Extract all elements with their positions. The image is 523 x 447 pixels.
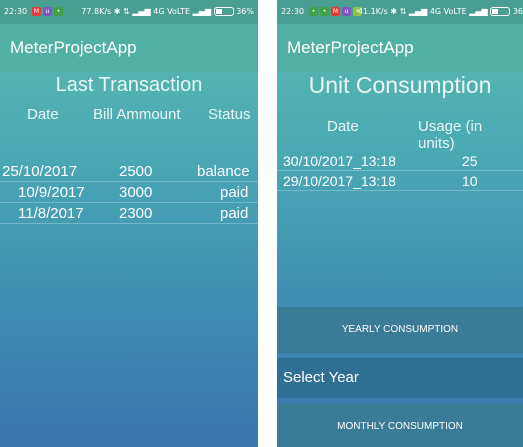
cell-date: 29/10/2017_13:18 [283, 173, 396, 189]
cell-status: balance [197, 163, 250, 180]
table-row: 11/8/2017 2300 paid [0, 204, 258, 224]
network-type: 4G VoLTE [429, 7, 467, 16]
status-bar: 22:30 Mu • 77.8K/s ✱ ⇅ ▂▄▆ 4G VoLTE ▂▄▆ 3… [0, 0, 258, 24]
battery-icon [213, 7, 234, 16]
status-bar: 22:30 • • Mu • 41.1K/s ✱ ⇅ ▂▄▆ 4G VoLTE ▂▄▆… [277, 0, 523, 24]
table-row: 25/10/2017 2500 balance [0, 162, 258, 182]
signal-icon: ▂▄▆ [192, 7, 212, 16]
cell-date: 25/10/2017 [2, 163, 78, 180]
battery-percent: 36% [236, 7, 254, 16]
notification-icon: • [54, 7, 63, 16]
select-year-dropdown[interactable]: Select Year [277, 358, 523, 398]
monthly-consumption-button[interactable]: MONTHLY CONSUMPTION [277, 404, 523, 447]
right-screen: 22:30 • • Mu • 41.1K/s ✱ ⇅ ▂▄▆ 4G VoLTE ▂▄▆… [277, 0, 523, 447]
column-header-date: Date [327, 118, 359, 135]
yearly-consumption-button[interactable]: YEARLY CONSUMPTION [277, 307, 523, 353]
cell-date: 11/8/2017 [18, 205, 84, 222]
cell-status: paid [220, 184, 249, 201]
notification-icon: M [32, 7, 41, 16]
column-header-date: Date [27, 106, 59, 123]
cell-status: paid [220, 205, 249, 222]
app-title: MeterProjectApp [0, 24, 258, 72]
signal-icon: ▂▄▆ [469, 7, 488, 16]
table-row: 30/10/2017_13:18 25 [277, 152, 523, 171]
cell-usage: 25 [462, 153, 478, 169]
network-type: 4G VoLTE [153, 7, 191, 16]
notification-icon: u [342, 7, 351, 16]
status-time: 22:30 [4, 7, 28, 16]
network-speed: 41.1K/s [357, 7, 388, 16]
app-title: MeterProjectApp [277, 24, 523, 72]
notification-icon: • [309, 7, 318, 16]
table-row: 29/10/2017_13:18 10 [277, 172, 523, 191]
notification-icon: • [320, 7, 329, 16]
cell-date: 30/10/2017_13:18 [283, 153, 396, 169]
column-header-amount: Bill Ammount [93, 106, 181, 123]
cell-amount: 2500 [119, 163, 153, 180]
column-header-usage: Usage (in units) [418, 118, 483, 152]
network-speed: 77.8K/s [81, 7, 112, 16]
bluetooth-icon: ✱ [113, 7, 121, 16]
cell-date: 10/9/2017 [18, 184, 85, 201]
cell-usage: 10 [462, 173, 478, 189]
section-title: Last Transaction [55, 74, 203, 96]
battery-icon [490, 7, 511, 16]
cell-amount: 2300 [119, 205, 153, 222]
bluetooth-icon: ✱ [390, 7, 398, 16]
left-screen: 22:30 Mu • 77.8K/s ✱ ⇅ ▂▄▆ 4G VoLTE ▂▄▆ 3… [0, 0, 258, 447]
notification-icon: M [331, 7, 340, 16]
section-title: Unit Consumption [308, 72, 492, 98]
signal-icon: ⇅ ▂▄▆ [122, 7, 151, 16]
signal-icon: ⇅ ▂▄▆ [399, 7, 428, 16]
status-time: 22:30 [281, 7, 305, 16]
table-row: 10/9/2017 3000 paid [0, 183, 258, 203]
battery-percent: 36 [512, 7, 523, 16]
notification-icon: u [43, 7, 52, 16]
column-header-status: Status [208, 106, 251, 123]
cell-amount: 3000 [119, 184, 153, 201]
